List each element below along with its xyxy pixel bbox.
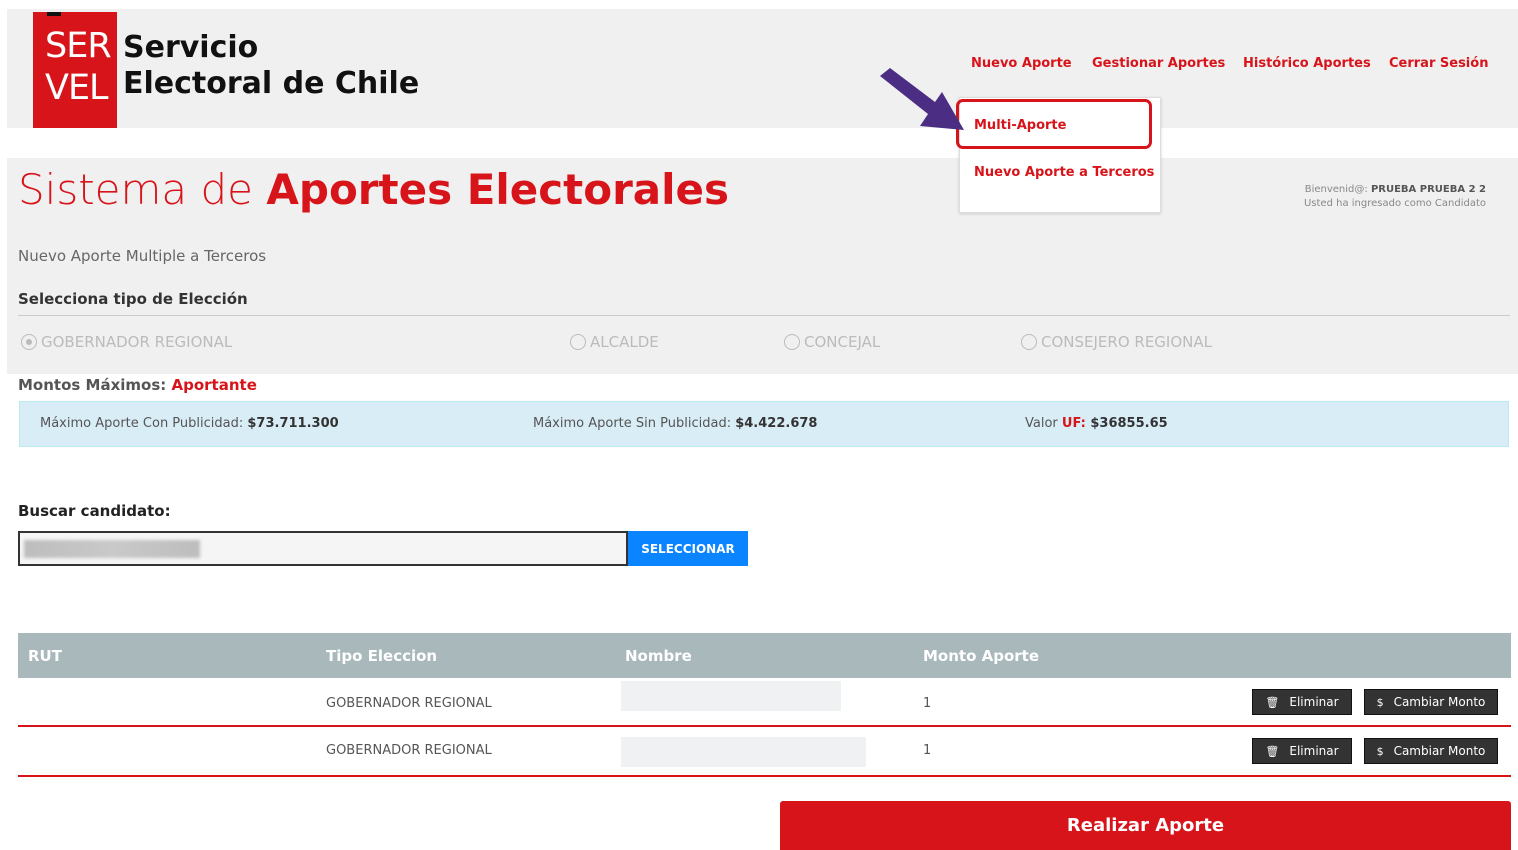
eliminar-label: Eliminar [1289, 744, 1339, 758]
election-type-label: Selecciona tipo de Elección [18, 290, 248, 308]
org-name-line1: Servicio [123, 30, 259, 65]
max-con-publicidad: Máximo Aporte Con Publicidad: $73.711.30… [40, 416, 339, 431]
trash-icon: 🗑 [1265, 695, 1280, 709]
cambiar-monto-button[interactable]: $ Cambiar Monto [1364, 738, 1498, 764]
radio-icon [784, 334, 800, 350]
page-title-bold: Aportes Electorales [266, 165, 730, 214]
col-tipo-eleccion: Tipo Eleccion [326, 647, 438, 665]
welcome-user: PRUEBA PRUEBA 2 2 [1370, 184, 1486, 195]
radio-label: GOBERNADOR REGIONAL [41, 333, 233, 351]
table-header: RUT Tipo Eleccion Nombre Monto Aporte [18, 633, 1511, 678]
valor-uf: Valor UF: $36855.65 [1025, 416, 1168, 431]
buscar-candidato-label: Buscar candidato: [18, 502, 171, 520]
col-rut: RUT [28, 647, 62, 665]
col-monto-aporte: Monto Aporte [923, 647, 1040, 665]
page-subtitle: Nuevo Aporte Multiple a Terceros [18, 247, 267, 265]
nav-historico-aportes[interactable]: Histórico Aportes [1243, 56, 1371, 71]
max-sin-publicidad: Máximo Aporte Sin Publicidad: $4.422.678 [533, 416, 817, 431]
radio-alcalde[interactable]: ALCALDE [570, 333, 659, 351]
montos-maximos-label: Montos Máximos: Aportante [18, 376, 257, 394]
dollar-icon: $ [1376, 744, 1384, 758]
radio-icon [570, 334, 586, 350]
page-title-light: Sistema de [18, 165, 267, 214]
radio-icon [21, 334, 37, 350]
trash-icon: 🗑 [1265, 744, 1280, 758]
divider [18, 315, 1510, 316]
cell-monto: 1 [923, 743, 932, 758]
highlight-box [956, 99, 1152, 149]
cambiar-monto-label: Cambiar Monto [1393, 695, 1486, 709]
eliminar-button[interactable]: 🗑 Eliminar [1252, 689, 1352, 715]
candidate-search-field[interactable] [18, 531, 630, 566]
radio-icon [1021, 334, 1037, 350]
valor-uf-label: Valor [1025, 416, 1062, 431]
cell-monto: 1 [923, 696, 932, 711]
nav-cerrar-sesion[interactable]: Cerrar Sesión [1389, 56, 1488, 71]
servel-logo[interactable]: SER VEL [33, 12, 117, 128]
cell-tipo: GOBERNADOR REGIONAL [326, 696, 492, 711]
eliminar-button[interactable]: 🗑 Eliminar [1252, 738, 1352, 764]
table-row: GOBERNADOR REGIONAL 1 🗑 Eliminar $ Cambiar… [18, 679, 1511, 727]
table-row: GOBERNADOR REGIONAL 1 🗑 Eliminar $ Cambiar… [18, 729, 1511, 777]
welcome-prefix: Bienvenid@: [1304, 184, 1371, 195]
eliminar-label: Eliminar [1289, 695, 1339, 709]
radio-label: CONCEJAL [804, 333, 881, 351]
org-name: Servicio Electoral de Chile [123, 30, 419, 102]
cell-tipo: GOBERNADOR REGIONAL [326, 743, 492, 758]
max-con-publicidad-value: $73.711.300 [247, 416, 339, 431]
max-sin-publicidad-value: $4.422.678 [735, 416, 818, 431]
montos-label: Montos Máximos: [18, 376, 172, 394]
arrow-pointer-icon [880, 68, 964, 130]
uf-value: $36855.65 [1085, 416, 1168, 431]
radio-consejero-regional[interactable]: CONSEJERO REGIONAL [1021, 333, 1212, 351]
max-con-publicidad-label: Máximo Aporte Con Publicidad: [40, 416, 248, 431]
seleccionar-button[interactable]: SELECCIONAR [628, 531, 748, 566]
radio-concejal[interactable]: CONCEJAL [784, 333, 880, 351]
max-sin-publicidad-label: Máximo Aporte Sin Publicidad: [533, 416, 736, 431]
nav-nuevo-aporte[interactable]: Nuevo Aporte [971, 56, 1072, 71]
logo-accent-bar [47, 12, 61, 16]
logo-line1: SER [45, 26, 112, 66]
montos-info-box: Máximo Aporte Con Publicidad: $73.711.30… [19, 401, 1509, 447]
dollar-icon: $ [1376, 695, 1384, 709]
radio-label: ALCALDE [590, 333, 659, 351]
cambiar-monto-label: Cambiar Monto [1393, 744, 1486, 758]
cambiar-monto-button[interactable]: $ Cambiar Monto [1364, 689, 1498, 715]
cell-nombre-redacted [621, 681, 841, 711]
welcome-info: Bienvenid@: PRUEBA PRUEBA 2 2 Usted ha i… [1230, 183, 1486, 211]
montos-role: Aportante [171, 376, 257, 394]
org-name-line2: Electoral de Chile [123, 66, 420, 101]
cell-nombre-redacted [621, 737, 866, 767]
uf-label: UF: [1061, 416, 1086, 431]
menu-item-nuevo-aporte-terceros[interactable]: Nuevo Aporte a Terceros [974, 165, 1154, 180]
page-title: Sistema de Aportes Electorales [18, 165, 729, 214]
realizar-aporte-button[interactable]: Realizar Aporte [780, 801, 1511, 850]
col-nombre: Nombre [625, 647, 692, 665]
radio-gobernador-regional[interactable]: GOBERNADOR REGIONAL [21, 333, 232, 351]
candidate-search-input[interactable] [20, 533, 630, 566]
nav-gestionar-aportes[interactable]: Gestionar Aportes [1092, 56, 1225, 71]
welcome-role: Usted ha ingresado como Candidato [1303, 198, 1486, 209]
logo-line2: VEL [45, 68, 109, 108]
radio-label: CONSEJERO REGIONAL [1041, 333, 1212, 351]
